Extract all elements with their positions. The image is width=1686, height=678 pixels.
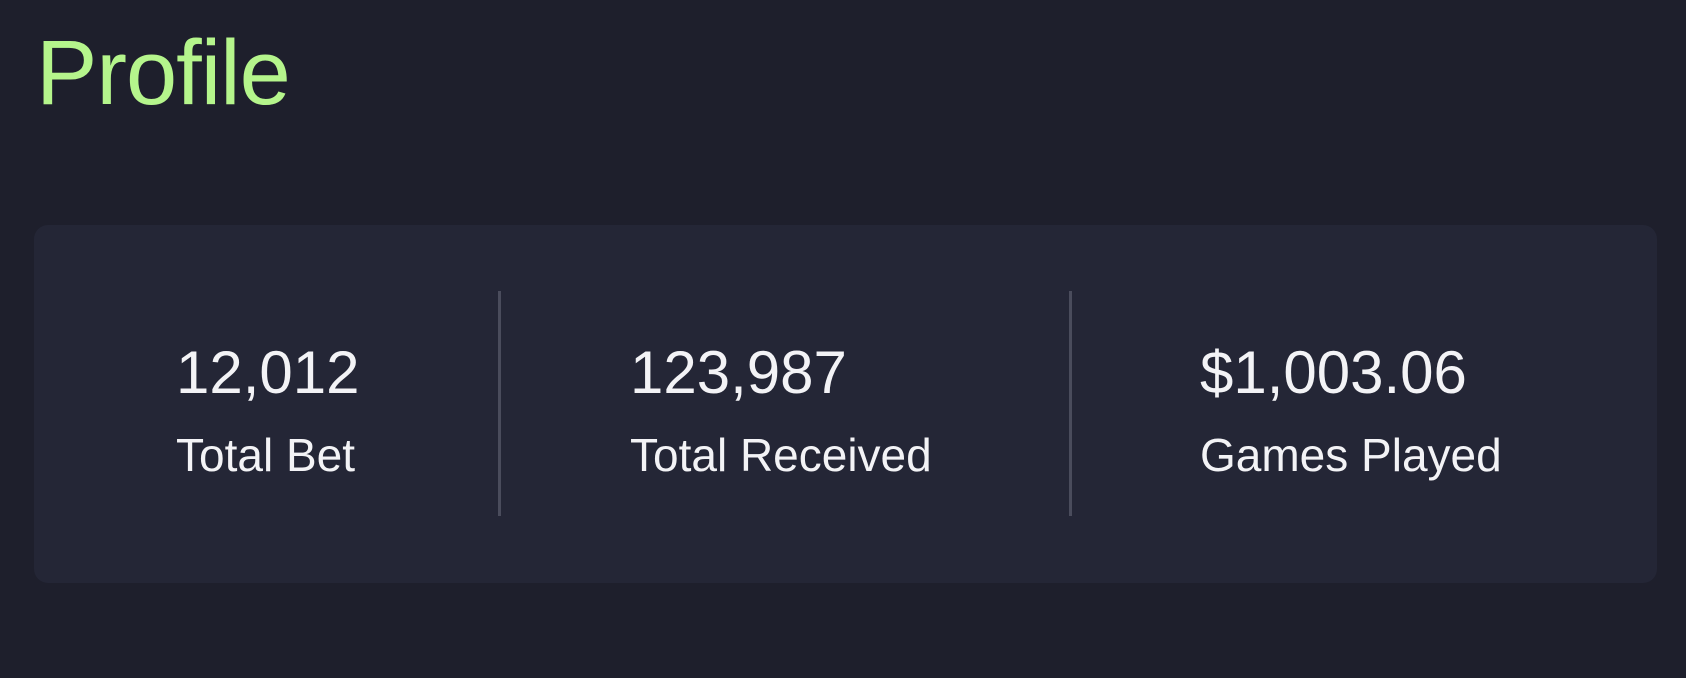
page-title: Profile <box>36 22 291 124</box>
stat-divider <box>1069 291 1072 516</box>
stats-card: 12,012 Total Bet 123,987 Total Received … <box>34 225 1657 583</box>
stat-label: Total Received <box>630 429 932 481</box>
stat-divider <box>498 291 501 516</box>
stat-value: $1,003.06 <box>1200 339 1467 406</box>
stat-value: 123,987 <box>630 339 847 406</box>
stat-label: Total Bet <box>176 429 355 481</box>
stat-label: Games Played <box>1200 429 1502 481</box>
stat-value: 12,012 <box>176 339 360 406</box>
